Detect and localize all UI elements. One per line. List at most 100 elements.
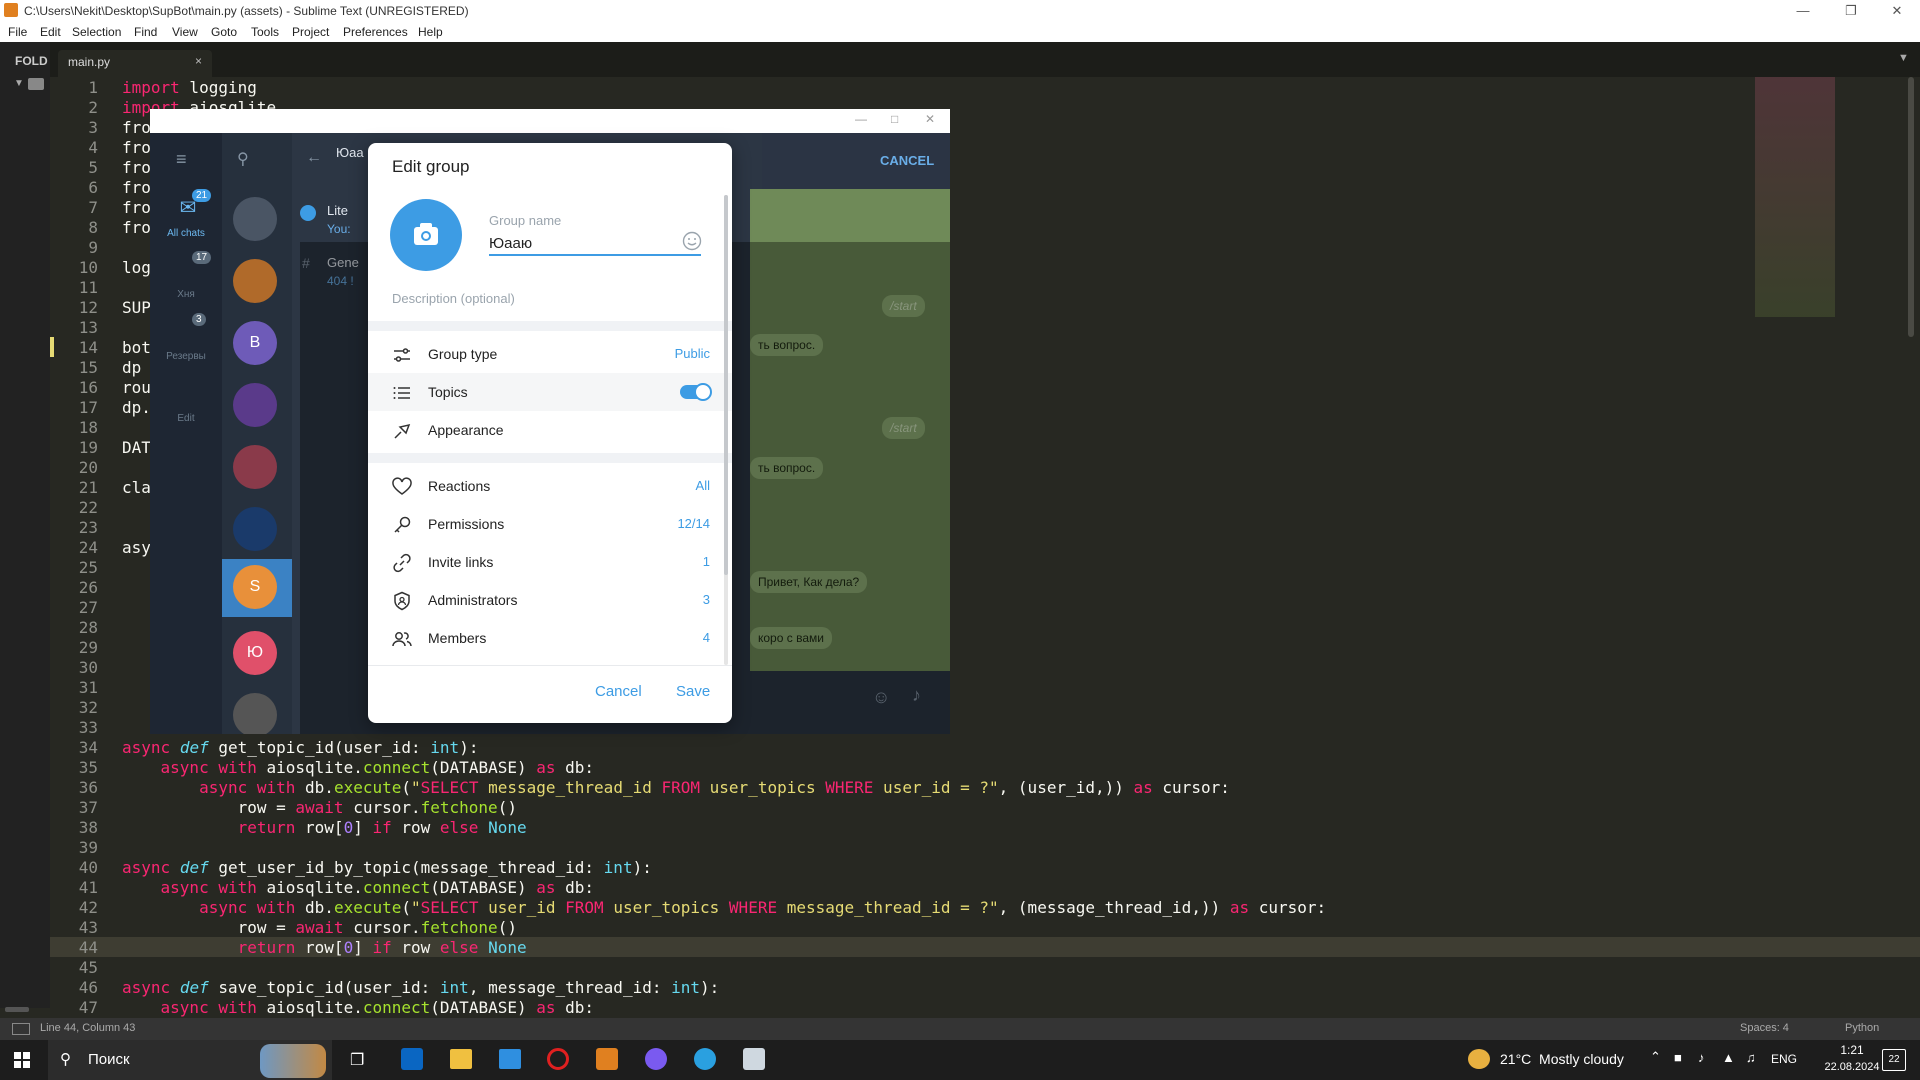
hamburger-menu-icon[interactable]: ≡: [176, 149, 187, 170]
menu-edit[interactable]: Edit: [40, 25, 61, 39]
tab-menu-icon[interactable]: ▼: [1898, 52, 1909, 64]
chat-avatar[interactable]: [233, 507, 277, 551]
tg-maximize-button[interactable]: □: [891, 112, 898, 126]
search-icon[interactable]: ⚲: [237, 149, 249, 169]
code-line[interactable]: fro: [122, 118, 151, 138]
sublime-text-icon[interactable]: [596, 1048, 618, 1070]
app-icon[interactable]: [743, 1048, 765, 1070]
code-line[interactable]: row = await cursor.fetchone(): [122, 918, 517, 938]
code-line[interactable]: async with db.execute("SELECT message_th…: [122, 778, 1230, 798]
set-photo-button[interactable]: [390, 199, 462, 271]
clock-time[interactable]: 1:21: [1822, 1043, 1882, 1057]
syntax-setting[interactable]: Python: [1845, 1022, 1879, 1034]
cancel-button[interactable]: Cancel: [595, 683, 642, 700]
code-line[interactable]: return row[0] if row else None: [122, 818, 527, 838]
code-line[interactable]: async def get_user_id_by_topic(message_t…: [122, 858, 652, 878]
microphone-icon[interactable]: ♪: [1698, 1050, 1705, 1065]
task-view-icon[interactable]: ❐: [350, 1050, 364, 1070]
folder-3-label[interactable]: Резервы: [158, 351, 214, 362]
folder-2-label[interactable]: Хня: [164, 289, 208, 300]
code-line[interactable]: cla: [122, 478, 151, 498]
taskbar-search[interactable]: ⚲ Поиск: [48, 1040, 332, 1080]
code-line[interactable]: fro: [122, 158, 151, 178]
edit-folders-label[interactable]: Edit: [164, 413, 208, 424]
topics-toggle[interactable]: [680, 383, 712, 401]
close-window-button[interactable]: ✕: [1882, 2, 1912, 20]
menu-tools[interactable]: Tools: [251, 25, 279, 39]
code-line[interactable]: return row[0] if row else None: [122, 938, 527, 958]
code-line[interactable]: DAT: [122, 438, 151, 458]
members-row[interactable]: Members 4: [368, 619, 732, 657]
code-line[interactable]: async with aiosqlite.connect(DATABASE) a…: [122, 998, 595, 1018]
menu-view[interactable]: View: [172, 25, 198, 39]
chat-avatar[interactable]: [233, 445, 277, 489]
code-line[interactable]: async with aiosqlite.connect(DATABASE) a…: [122, 878, 595, 898]
code-line[interactable]: bot: [122, 338, 151, 358]
chat-avatar[interactable]: S: [233, 565, 277, 609]
archive-avatar[interactable]: [233, 197, 277, 241]
reactions-row[interactable]: Reactions All: [368, 467, 732, 505]
mail-icon[interactable]: [499, 1049, 521, 1069]
code-line[interactable]: fro: [122, 198, 151, 218]
menu-help[interactable]: Help: [418, 25, 443, 39]
description-field[interactable]: Description (optional): [392, 291, 712, 306]
chat-avatar[interactable]: Ю: [233, 631, 277, 675]
language-indicator[interactable]: ENG: [1771, 1052, 1797, 1066]
code-line[interactable]: fro: [122, 218, 151, 238]
tray-network-icon[interactable]: ■: [1674, 1050, 1682, 1065]
dialog-scrollbar[interactable]: [724, 195, 728, 665]
menu-goto[interactable]: Goto: [211, 25, 237, 39]
tab-main-py[interactable]: main.py ×: [58, 50, 212, 77]
code-line[interactable]: SUP: [122, 298, 151, 318]
code-line[interactable]: async def get_topic_id(user_id: int):: [122, 738, 478, 758]
code-line[interactable]: row = await cursor.fetchone(): [122, 798, 517, 818]
save-button[interactable]: Save: [676, 683, 710, 700]
store-icon[interactable]: [401, 1048, 423, 1070]
windows-start-icon[interactable]: [14, 1052, 30, 1068]
back-arrow-icon[interactable]: ←: [306, 149, 322, 167]
menu-selection[interactable]: Selection: [72, 25, 121, 39]
chat-avatar[interactable]: [233, 693, 277, 734]
folder-icon[interactable]: [28, 78, 44, 90]
permissions-row[interactable]: Permissions 12/14: [368, 505, 732, 543]
topics-row[interactable]: Topics: [368, 373, 732, 411]
group-name-input[interactable]: [489, 232, 701, 256]
maximize-button[interactable]: ❐: [1836, 2, 1866, 20]
folder-expand-icon[interactable]: ▼: [14, 78, 24, 89]
notification-center-icon[interactable]: 22: [1882, 1049, 1906, 1071]
group-type-row[interactable]: Group type Public: [368, 335, 732, 373]
emoji-picker-icon[interactable]: [682, 231, 702, 251]
tray-chevron-icon[interactable]: ⌃: [1650, 1049, 1661, 1065]
cancel-link[interactable]: CANCEL: [880, 153, 934, 168]
sidebar-scrollbar[interactable]: [5, 1007, 29, 1012]
appearance-row[interactable]: Appearance: [368, 411, 732, 449]
code-line[interactable]: asy: [122, 538, 151, 558]
discord-icon[interactable]: [645, 1048, 667, 1070]
opera-icon[interactable]: [547, 1048, 569, 1070]
tg-close-button[interactable]: ✕: [925, 112, 935, 126]
chat-item-name[interactable]: Lite: [327, 203, 348, 218]
telegram-icon[interactable]: [694, 1048, 716, 1070]
administrators-row[interactable]: Administrators 3: [368, 581, 732, 619]
minimize-button[interactable]: —: [1788, 2, 1818, 20]
volume-icon[interactable]: ♫: [1746, 1050, 1756, 1065]
code-line[interactable]: async with aiosqlite.connect(DATABASE) a…: [122, 758, 595, 778]
panel-toggle-icon[interactable]: [12, 1023, 30, 1035]
code-line[interactable]: import logging: [122, 78, 257, 98]
code-line[interactable]: async with db.execute("SELECT user_id FR…: [122, 898, 1326, 918]
wifi-icon[interactable]: ▲: [1722, 1050, 1735, 1065]
code-line[interactable]: fro: [122, 138, 151, 158]
code-line[interactable]: dp: [122, 358, 141, 378]
invite-links-row[interactable]: Invite links 1: [368, 543, 732, 581]
code-line[interactable]: async def save_topic_id(user_id: int, me…: [122, 978, 719, 998]
menu-file[interactable]: File: [8, 25, 27, 39]
tg-minimize-button[interactable]: —: [855, 112, 867, 126]
code-line[interactable]: rou: [122, 378, 151, 398]
clock-date[interactable]: 22.08.2024: [1822, 1061, 1882, 1073]
menu-project[interactable]: Project: [292, 25, 329, 39]
chat-avatar[interactable]: [233, 383, 277, 427]
editor-scrollbar[interactable]: [1908, 77, 1914, 337]
minimap[interactable]: [1750, 77, 1920, 337]
weather-text[interactable]: 21°C Mostly cloudy: [1500, 1051, 1624, 1067]
chat-avatar[interactable]: [233, 259, 277, 303]
